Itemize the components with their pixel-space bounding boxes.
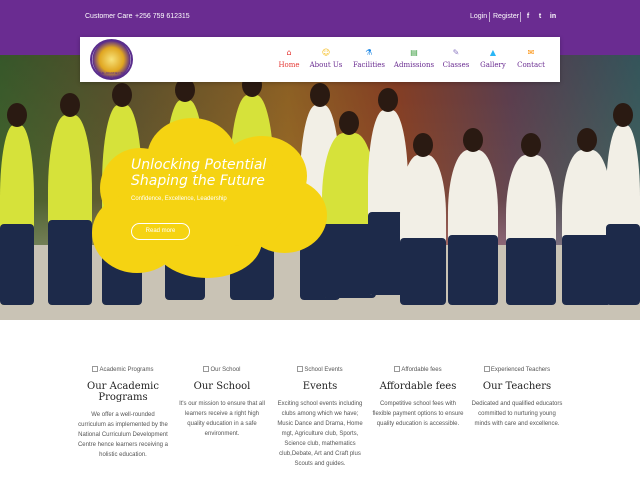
image-alt-text: Experienced Teachers — [490, 367, 551, 373]
hero-title-line: Unlocking Potential — [131, 157, 267, 173]
divider — [489, 12, 490, 22]
feature-card-academic-programs: Academic Programs Our Academic Programs … — [73, 366, 173, 460]
nav-facilities[interactable]: ⚗ Facilities — [351, 47, 387, 69]
feature-card-events: School Events Events Exciting school eve… — [270, 366, 370, 469]
envelope-icon: ✉ — [527, 48, 535, 57]
image-alt-text: Affordable fees — [401, 367, 442, 373]
home-icon: ⌂ — [286, 48, 292, 57]
broken-image-icon — [297, 366, 304, 372]
nav-label: Contact — [517, 61, 545, 69]
graduation-cap-icon: ▲ — [489, 48, 497, 57]
hero-photo-figure — [606, 103, 640, 305]
broken-image-icon — [394, 366, 401, 372]
feature-card-affordable-fees: Affordable fees Affordable fees Competit… — [368, 366, 468, 429]
feature-text: We offer a well-rounded curriculum as im… — [77, 412, 169, 458]
hero-title-line: Shaping the Future — [131, 173, 265, 189]
feature-title: Events — [302, 381, 338, 392]
nav-gallery[interactable]: ▲ Gallery — [479, 47, 507, 69]
feature-title: Affordable fees — [379, 381, 457, 392]
broken-image-icon — [203, 366, 210, 372]
login-link[interactable]: Login — [470, 13, 487, 20]
hero-photo-figure — [48, 93, 92, 305]
hero-photo-figure — [562, 128, 612, 305]
broken-image-academic-programs: Academic Programs — [73, 366, 173, 376]
nav-label: Home — [278, 61, 300, 69]
feature-title: Our Academic Programs — [87, 381, 159, 403]
pencil-icon: ✎ — [452, 48, 460, 57]
nav-contact[interactable]: ✉ Contact — [514, 47, 548, 69]
nav-classes[interactable]: ✎ Classes — [441, 47, 471, 69]
broken-image-our-school: Our School — [172, 366, 272, 376]
broken-image-experienced-teachers: Experienced Teachers — [467, 366, 567, 376]
broken-image-affordable-fees: Affordable fees — [368, 366, 468, 376]
feature-text: Exciting school events including clubs a… — [277, 401, 363, 467]
feature-title: Our School — [193, 381, 251, 392]
register-link[interactable]: Register — [493, 13, 519, 20]
facebook-icon[interactable]: f — [523, 11, 533, 23]
book-icon: ▤ — [410, 48, 418, 57]
nav-label: About Us — [309, 61, 343, 69]
feature-text: Competitive school fees with flexible pa… — [372, 401, 464, 427]
features-section: Academic Programs Our Academic Programs … — [0, 320, 640, 500]
feature-card-our-school: Our School Our School It's our mission t… — [172, 366, 272, 439]
flask-icon: ⚗ — [365, 48, 373, 57]
customer-care-label: Customer Care — [85, 13, 133, 20]
phone-number[interactable]: +256 759 612315 — [135, 13, 190, 20]
hero-photo-figure — [0, 103, 34, 305]
twitter-icon[interactable]: t — [535, 11, 545, 23]
image-alt-text: Academic Programs — [99, 367, 154, 373]
broken-image-school-events: School Events — [270, 366, 370, 376]
logo-motto: THE JOURNEY TO EXCELLENCE — [98, 71, 125, 79]
divider — [520, 12, 521, 22]
nav-label: Facilities — [353, 61, 385, 69]
nav-label: Admissions — [393, 61, 435, 69]
feature-card-our-teachers: Experienced Teachers Our Teachers Dedica… — [467, 366, 567, 429]
image-alt-text: School Events — [304, 367, 343, 373]
feature-title: Our Teachers — [482, 381, 552, 392]
hero-photo-figure — [448, 128, 498, 305]
nav-label: Classes — [442, 61, 470, 69]
feature-text: It's our mission to ensure that all lear… — [179, 401, 265, 437]
hero-photo-figure — [400, 133, 446, 305]
feature-text: Dedicated and qualified educators commit… — [471, 401, 563, 427]
nav-admissions[interactable]: ▤ Admissions — [393, 47, 435, 69]
broken-image-icon — [483, 366, 490, 372]
nav-label: Gallery — [480, 61, 506, 69]
linkedin-icon[interactable]: in — [548, 11, 558, 23]
read-more-button[interactable]: Read more — [131, 223, 190, 240]
hero-title: Unlocking Potential Shaping the Future — [131, 157, 321, 189]
people-icon: ☺ — [321, 48, 331, 57]
nav-home[interactable]: ⌂ Home — [277, 47, 301, 69]
hero-subtitle: Confidence, Excellence, Leadership — [131, 196, 227, 202]
hero-photo-figure — [506, 133, 556, 305]
broken-image-icon — [92, 366, 99, 372]
main-navigation: THE JOURNEY TO EXCELLENCE ⌂ Home ☺ About… — [80, 37, 560, 82]
nav-about-us[interactable]: ☺ About Us — [307, 47, 345, 69]
image-alt-text: Our School — [210, 367, 241, 373]
